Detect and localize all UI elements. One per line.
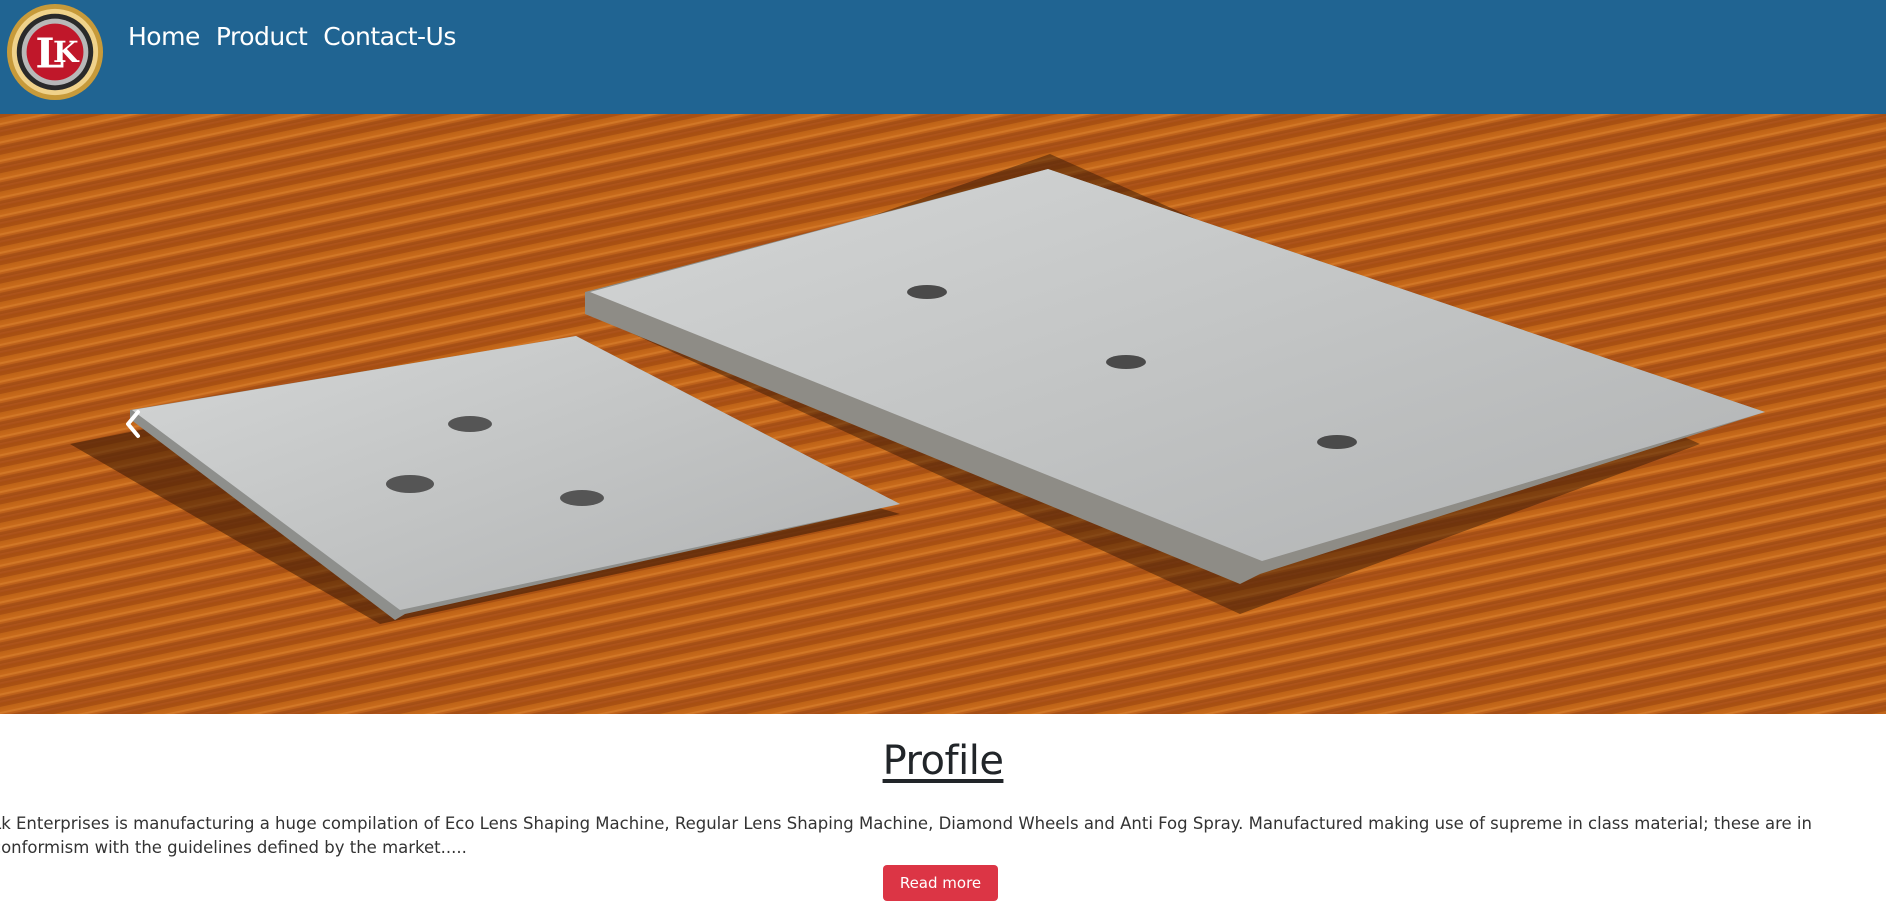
nav-contact-us[interactable]: Contact-Us bbox=[323, 22, 456, 51]
profile-description: Lk Enterprises is manufacturing a huge c… bbox=[0, 814, 1812, 857]
nav-home[interactable]: Home bbox=[128, 22, 200, 51]
main-nav: Home Product Contact-Us bbox=[128, 22, 456, 51]
svg-text:K: K bbox=[53, 34, 80, 69]
nav-product[interactable]: Product bbox=[216, 22, 308, 51]
navbar: L K Home Product Contact-Us bbox=[0, 0, 1886, 114]
hero-carousel bbox=[0, 114, 1886, 714]
chevron-left-icon[interactable] bbox=[118, 400, 148, 450]
profile-section: Profile Lk Enterprises is manufacturing … bbox=[0, 738, 1886, 901]
profile-title: Profile bbox=[882, 738, 1004, 784]
read-more-button[interactable]: Read more bbox=[883, 865, 998, 901]
hero-image bbox=[0, 114, 1886, 714]
logo-icon[interactable]: L K bbox=[6, 3, 104, 101]
